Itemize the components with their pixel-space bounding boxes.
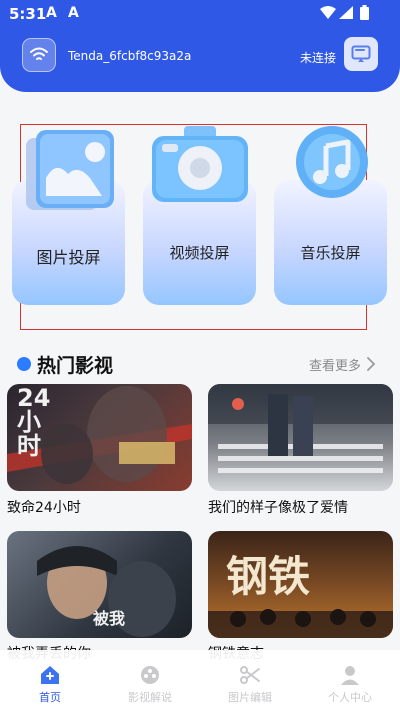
poster-text: 被我 <box>93 609 126 628</box>
wifi-ssid: Tenda_6fcbf8c93a2a <box>68 49 192 63</box>
section-title: 热门影视 <box>37 355 114 377</box>
image-cast-label: 图片投屏 <box>36 248 101 267</box>
camera-icon <box>152 126 248 202</box>
screen-cast-icon <box>351 45 371 62</box>
nav-profile[interactable]: 个人中心 <box>300 650 400 711</box>
nav-film-label: 影视解说 <box>128 691 172 704</box>
section-dot <box>17 357 31 371</box>
scissors-icon <box>240 666 260 684</box>
status-indicator-a-1: A <box>46 5 57 21</box>
wifi-icon <box>30 47 48 60</box>
movie-poster[interactable]: 被我 <box>7 531 192 638</box>
bottom-nav: 首页 影视解说 图片编辑 个人中心 <box>0 650 400 711</box>
battery-icon <box>360 5 369 20</box>
poster-text: 钢铁 <box>226 552 311 601</box>
status-bar: 5:31 A A <box>0 0 400 28</box>
status-indicator-a-2: A <box>68 5 79 21</box>
movie-title[interactable]: 致命24小时 <box>7 497 81 517</box>
film-icon <box>141 666 159 684</box>
user-icon <box>341 666 359 685</box>
poster-art <box>208 384 393 473</box>
nav-edit-label: 图片编辑 <box>228 691 272 704</box>
wifi-button[interactable] <box>22 38 56 72</box>
video-cast-label: 视频投屏 <box>169 244 230 262</box>
nav-home[interactable]: 首页 <box>0 650 100 711</box>
movie-title[interactable]: 我们的样子像极了爱情 <box>208 497 348 517</box>
screen-cast-button[interactable] <box>344 37 378 71</box>
movie-poster[interactable]: 24小时 <box>7 384 192 491</box>
header: 5:31 A A Tenda_6fcbf8c93a2a 未连接 <box>0 0 400 92</box>
nav-profile-label: 个人中心 <box>328 691 372 704</box>
movie-poster[interactable] <box>208 384 393 491</box>
see-more-link[interactable]: 查看更多 <box>309 355 361 374</box>
signal-icon <box>339 6 353 19</box>
chevron-right-icon[interactable] <box>367 357 375 371</box>
poster-text: 24小时 <box>17 384 51 460</box>
home-icon <box>41 666 59 684</box>
movie-poster[interactable]: 钢铁 <box>208 531 393 638</box>
connection-status: 未连接 <box>300 51 337 65</box>
nav-film[interactable]: 影视解说 <box>100 650 200 711</box>
music-cast-label: 音乐投屏 <box>300 244 361 262</box>
image-icon <box>26 130 114 210</box>
wifi-status-icon <box>320 6 336 19</box>
nav-home-label: 首页 <box>39 691 61 704</box>
status-time: 5:31 <box>9 5 47 23</box>
music-note-icon <box>296 126 368 198</box>
nav-edit[interactable]: 图片编辑 <box>200 650 300 711</box>
